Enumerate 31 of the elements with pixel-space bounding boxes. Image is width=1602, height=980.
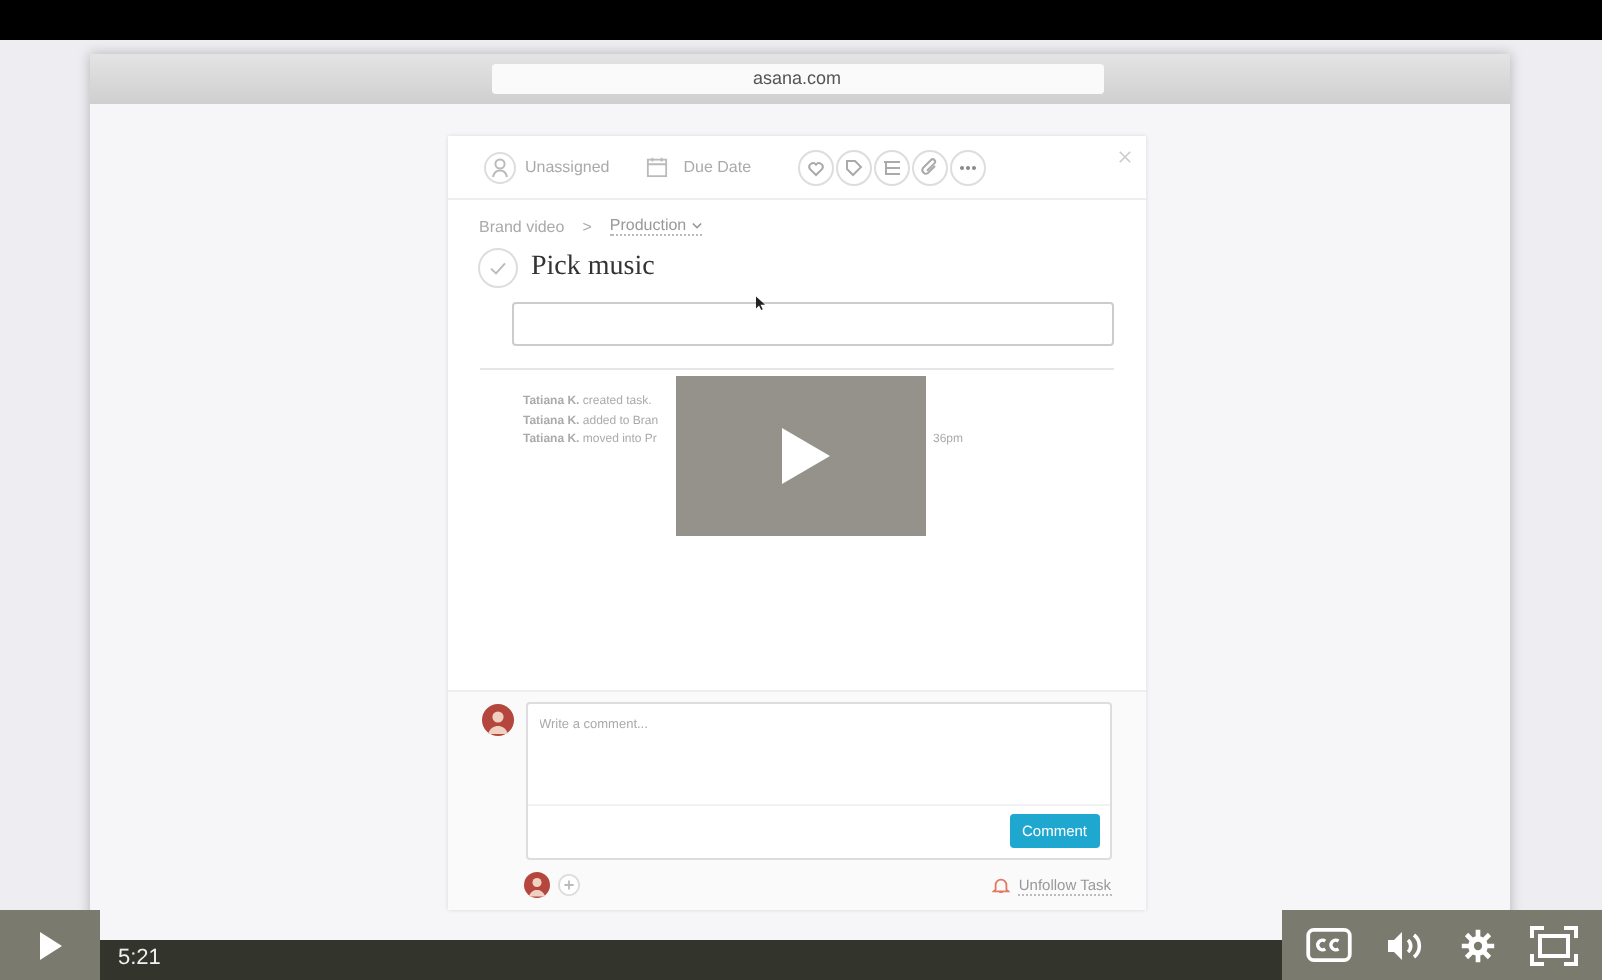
progress-bar[interactable]: 5:21 — [100, 940, 1282, 980]
bell-icon — [992, 876, 1011, 894]
calendar-icon[interactable] — [645, 156, 668, 178]
settings-icon[interactable] — [1459, 927, 1496, 963]
tag-icon[interactable] — [835, 149, 872, 185]
assignee-label[interactable]: Unassigned — [525, 158, 610, 176]
volume-icon[interactable] — [1386, 929, 1427, 961]
subtask-icon[interactable] — [873, 149, 910, 185]
more-icon[interactable] — [949, 149, 986, 185]
caret-icon — [692, 221, 703, 229]
follower-avatar-icon — [523, 872, 549, 898]
breadcrumb-separator: > — [582, 217, 592, 235]
closed-captions-icon[interactable] — [1306, 928, 1353, 962]
paperclip-icon[interactable] — [911, 149, 948, 185]
project-link[interactable]: Brand video — [479, 217, 565, 235]
close-icon[interactable] — [1117, 150, 1131, 164]
task-title[interactable]: Pick music — [531, 252, 655, 284]
complete-checkbox[interactable] — [477, 248, 517, 288]
play-button[interactable] — [0, 910, 100, 980]
play-icon — [38, 931, 62, 959]
add-follower-icon[interactable] — [557, 874, 579, 896]
section-dropdown[interactable]: Production — [609, 216, 703, 236]
address-bar[interactable]: asana.com — [491, 64, 1103, 94]
person-icon[interactable] — [483, 151, 515, 183]
description-field[interactable] — [511, 302, 1113, 346]
fullscreen-icon[interactable] — [1529, 925, 1578, 965]
due-date-label[interactable]: Due Date — [683, 158, 752, 176]
video-play-button[interactable] — [676, 376, 926, 536]
mouse-pointer-icon — [755, 296, 767, 312]
time-display: 5:21 — [118, 946, 161, 970]
avatar-icon — [481, 704, 513, 736]
